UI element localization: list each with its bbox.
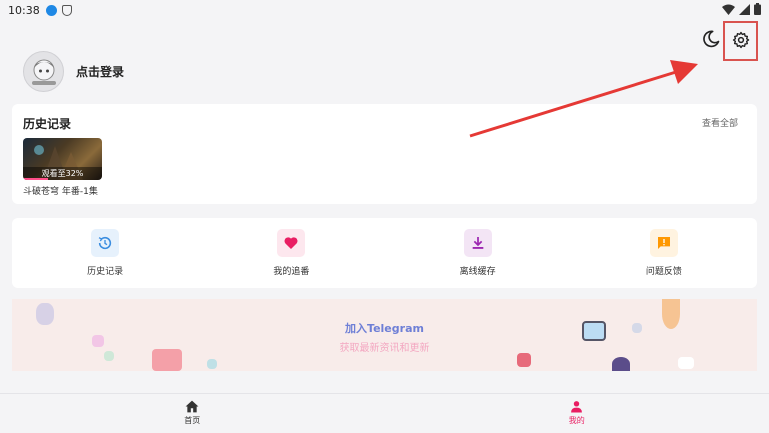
banner-decoration bbox=[207, 359, 217, 369]
quick-actions-card: 历史记录 我的追番 离线缓存 问题反馈 bbox=[12, 218, 757, 288]
action-offline-cache-icon-box bbox=[463, 229, 492, 257]
home-icon bbox=[185, 400, 199, 413]
history-icon bbox=[98, 236, 112, 250]
history-item-progress-bar bbox=[23, 178, 49, 180]
annotation-arrow-head bbox=[670, 60, 698, 84]
status-bar: 10:38 bbox=[0, 0, 769, 20]
nav-tab-mine[interactable]: 我的 bbox=[385, 394, 769, 433]
action-favorites-icon-box bbox=[277, 229, 306, 257]
gear-icon[interactable] bbox=[732, 31, 750, 49]
feedback-icon bbox=[657, 237, 670, 249]
action-favorites[interactable]: 我的追番 bbox=[198, 218, 384, 288]
nav-tab-home-label: 首页 bbox=[184, 416, 201, 425]
action-history-label: 历史记录 bbox=[87, 267, 124, 277]
moon-icon[interactable] bbox=[701, 29, 721, 49]
action-history[interactable]: 历史记录 bbox=[12, 218, 198, 288]
shield-icon bbox=[61, 4, 72, 16]
action-favorites-label: 我的追番 bbox=[273, 267, 310, 277]
banner-decoration bbox=[612, 357, 630, 371]
history-item-title[interactable]: 斗破苍穹 年番-1集 bbox=[23, 184, 98, 197]
view-all-link[interactable]: 查看全部 bbox=[702, 116, 738, 129]
person-icon bbox=[571, 401, 583, 413]
banner-title: 加入Telegram bbox=[345, 322, 424, 335]
status-time: 10:38 bbox=[8, 3, 40, 17]
profile-login[interactable]: 点击登录 bbox=[23, 51, 124, 92]
nav-tab-home[interactable]: 首页 bbox=[0, 394, 385, 433]
app-badge-icon bbox=[45, 4, 57, 16]
wifi-icon bbox=[722, 4, 735, 15]
action-history-icon-box bbox=[91, 229, 120, 257]
action-feedback[interactable]: 问题反馈 bbox=[571, 218, 757, 288]
login-label[interactable]: 点击登录 bbox=[76, 63, 124, 80]
action-feedback-icon-box bbox=[649, 229, 678, 257]
nav-tab-mine-label: 我的 bbox=[568, 416, 585, 425]
signal-icon bbox=[739, 3, 750, 15]
settings-highlight-box bbox=[723, 21, 758, 61]
banner-subtitle: 获取最新资讯和更新 bbox=[339, 343, 430, 354]
banner-decoration bbox=[678, 357, 694, 369]
telegram-banner[interactable]: 加入Telegram 获取最新资讯和更新 bbox=[12, 299, 757, 371]
history-title: 历史记录 bbox=[23, 117, 72, 131]
history-card: 历史记录 查看全部 观看至32% 斗破苍穹 年番-1集 bbox=[12, 104, 757, 204]
download-icon bbox=[472, 237, 483, 249]
battery-icon bbox=[754, 3, 761, 15]
heart-icon bbox=[284, 237, 298, 249]
action-offline-cache[interactable]: 离线缓存 bbox=[385, 218, 571, 288]
avatar-illustration-icon bbox=[31, 59, 56, 85]
action-offline-cache-label: 离线缓存 bbox=[459, 267, 496, 277]
banner-decoration bbox=[517, 353, 531, 367]
bottom-nav: 首页 我的 bbox=[0, 393, 769, 433]
avatar[interactable] bbox=[23, 51, 64, 92]
action-feedback-label: 问题反馈 bbox=[645, 267, 682, 277]
history-item-thumbnail[interactable]: 观看至32% bbox=[23, 138, 102, 180]
